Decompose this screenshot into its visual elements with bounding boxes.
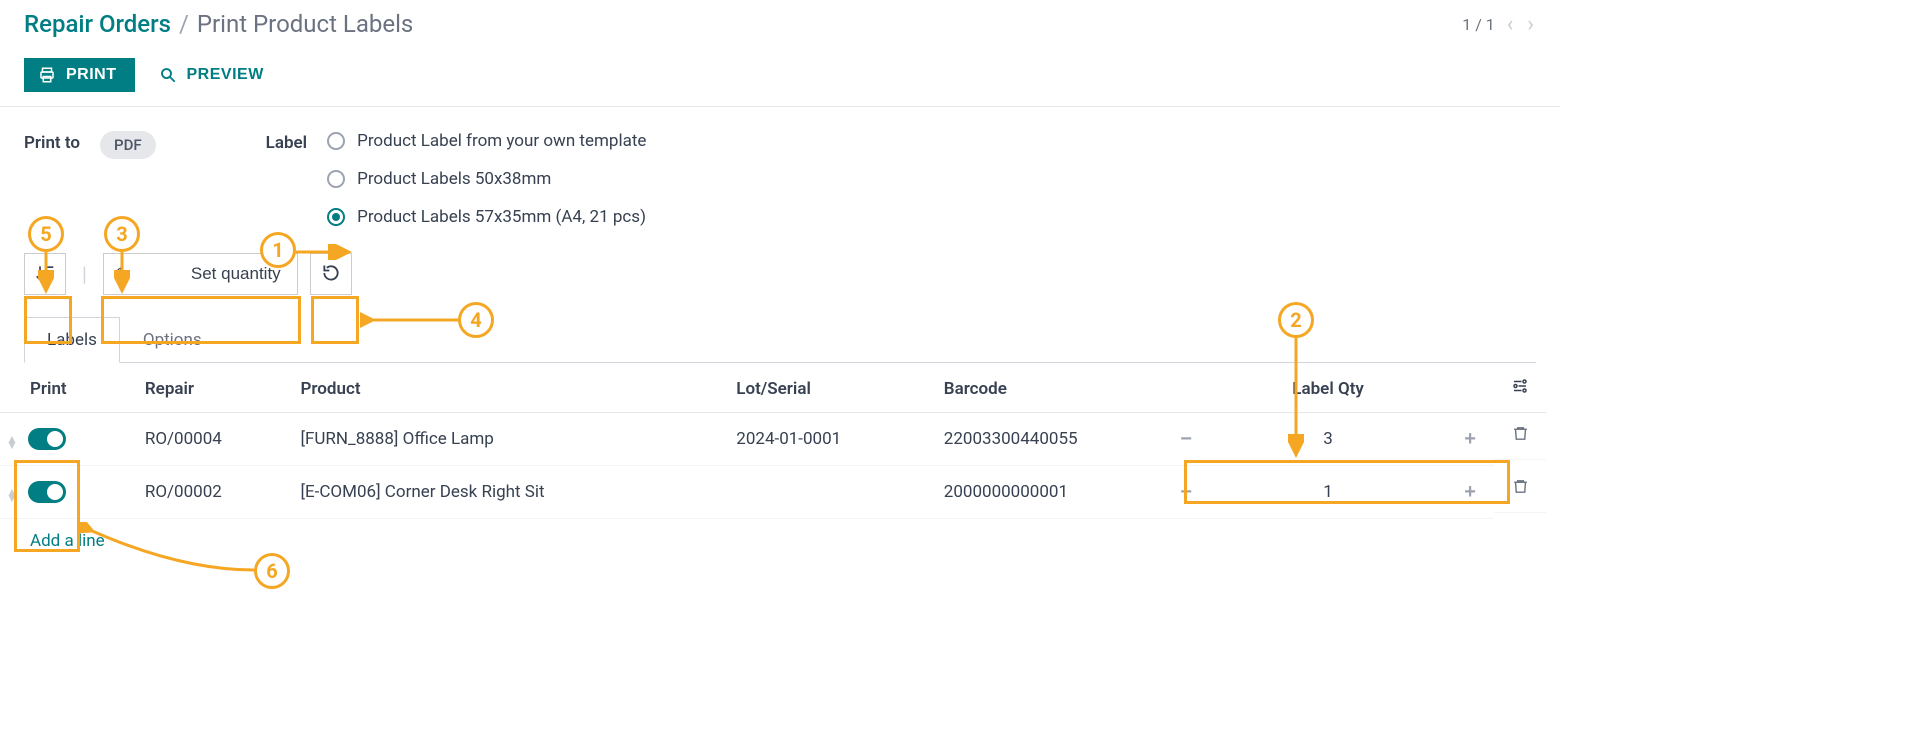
print-to-label: Print to (24, 131, 80, 153)
print-to-value[interactable]: PDF (100, 131, 156, 159)
drag-handle-icon[interactable]: ▲▼ (6, 489, 18, 501)
th-product: Product (291, 363, 727, 413)
separator: | (78, 262, 91, 286)
qty-decrement-button[interactable]: − (1172, 478, 1200, 506)
qty-value[interactable]: 1 (1208, 482, 1448, 502)
table-row[interactable]: ▲▼ RO/00004 [FURN_8888] Office Lamp 2024… (0, 413, 1546, 466)
th-lot: Lot/Serial (726, 363, 934, 413)
breadcrumb: Repair Orders / Print Product Labels (24, 10, 413, 38)
pager-next-icon[interactable]: › (1525, 12, 1536, 37)
th-settings[interactable] (1494, 363, 1546, 413)
tab-options[interactable]: Options (120, 317, 225, 362)
table-row[interactable]: ▲▼ RO/00002 [E-COM06] Corner Desk Right … (0, 466, 1546, 519)
delete-row-button[interactable] (1494, 466, 1546, 513)
preview-button[interactable]: PREVIEW (159, 66, 264, 84)
print-button[interactable]: PRINT (24, 58, 135, 92)
cell-repair: RO/00002 (135, 466, 291, 519)
labels-table: Print Repair Product Lot/Serial Barcode … (0, 363, 1546, 563)
columns-settings-icon (1511, 380, 1529, 400)
record-pager: 1 / 1 ‹ › (1462, 12, 1536, 37)
cell-barcode: 2000000000001 (934, 466, 1162, 519)
qty-increment-button[interactable]: + (1456, 425, 1484, 453)
th-qty: Label Qty (1162, 363, 1494, 413)
tab-labels[interactable]: Labels (24, 317, 120, 363)
pager-prev-icon[interactable]: ‹ (1505, 12, 1516, 37)
reset-quantity-button[interactable] (310, 253, 352, 295)
th-barcode: Barcode (934, 363, 1162, 413)
qty-stepper: − 3 + (1172, 425, 1484, 453)
print-toggle[interactable] (28, 481, 66, 503)
radio-label: Product Labels 50x38mm (357, 169, 551, 189)
qty-increment-button[interactable]: + (1456, 478, 1484, 506)
set-quantity-input[interactable] (104, 254, 174, 294)
preview-button-label: PREVIEW (187, 66, 264, 84)
cell-barcode: 22003300440055 (934, 413, 1162, 466)
label-field-label: Label (266, 131, 307, 153)
trash-icon (1512, 478, 1529, 500)
cell-product: [E-COM06] Corner Desk Right Sit (291, 466, 727, 519)
radio-57x35[interactable]: Product Labels 57x35mm (A4, 21 pcs) (327, 207, 646, 227)
add-line-row[interactable]: Add a line (0, 519, 1546, 564)
undo-icon (321, 263, 341, 286)
radio-icon (327, 132, 345, 150)
radio-icon (327, 208, 345, 226)
cell-lot: 2024-01-0001 (726, 413, 934, 466)
cell-product: [FURN_8888] Office Lamp (291, 413, 727, 466)
sort-button[interactable] (24, 253, 66, 295)
radio-label: Product Label from your own template (357, 131, 646, 151)
set-quantity-group: Set quantity (103, 253, 298, 295)
qty-stepper: − 1 + (1172, 478, 1484, 506)
drag-handle-icon[interactable]: ▲▼ (6, 436, 18, 448)
pager-text: 1 / 1 (1462, 15, 1495, 34)
print-button-label: PRINT (66, 66, 117, 84)
add-line-label: Add a line (0, 519, 1546, 564)
printer-icon (38, 66, 56, 84)
breadcrumb-sep: / (179, 10, 189, 38)
radio-50x38[interactable]: Product Labels 50x38mm (327, 169, 646, 189)
breadcrumb-root[interactable]: Repair Orders (24, 10, 171, 38)
th-print: Print (0, 363, 135, 413)
qty-decrement-button[interactable]: − (1172, 425, 1200, 453)
print-toggle[interactable] (28, 428, 66, 450)
breadcrumb-leaf: Print Product Labels (197, 10, 413, 38)
qty-value[interactable]: 3 (1208, 429, 1448, 449)
th-repair: Repair (135, 363, 291, 413)
cell-repair: RO/00004 (135, 413, 291, 466)
search-icon (159, 66, 177, 84)
sort-icon (35, 263, 55, 286)
delete-row-button[interactable] (1494, 413, 1546, 460)
radio-label: Product Labels 57x35mm (A4, 21 pcs) (357, 207, 646, 227)
radio-icon (327, 170, 345, 188)
trash-icon (1512, 425, 1529, 447)
tabs: Labels Options (24, 317, 1536, 363)
set-quantity-button[interactable]: Set quantity (174, 254, 297, 294)
cell-lot (726, 466, 934, 519)
radio-own-template[interactable]: Product Label from your own template (327, 131, 646, 151)
